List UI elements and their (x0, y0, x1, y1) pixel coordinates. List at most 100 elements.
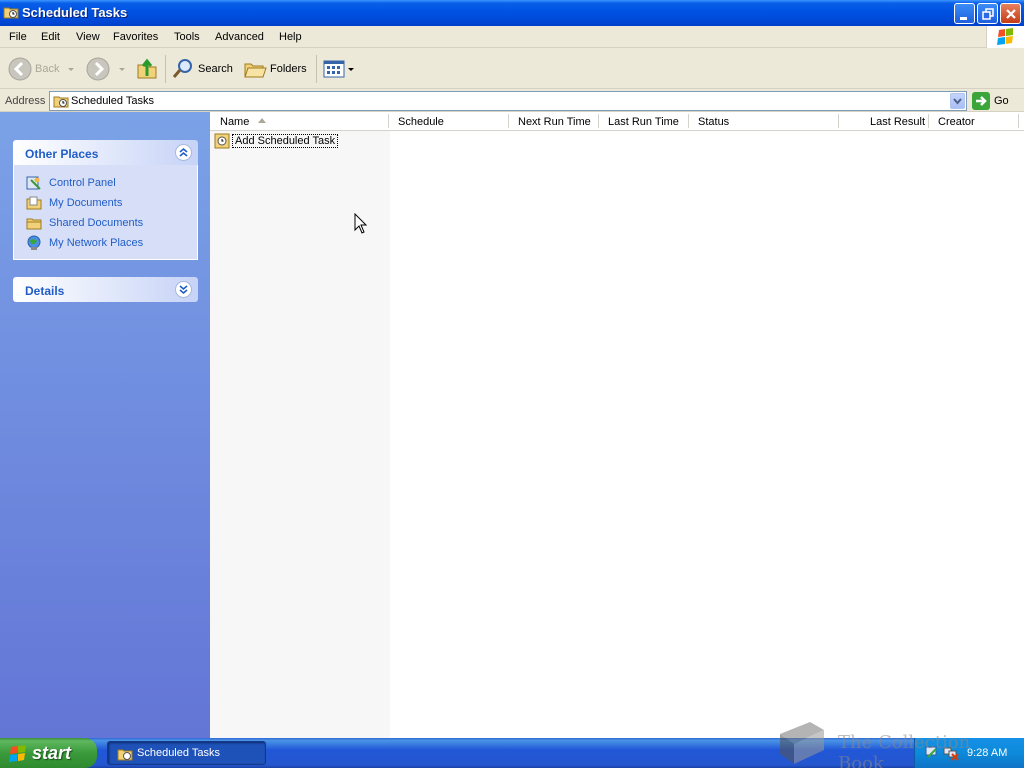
go-arrow-icon (972, 92, 990, 110)
minimize-button[interactable] (954, 3, 975, 24)
add-task-icon (214, 133, 230, 149)
start-label: start (32, 743, 72, 763)
column-status[interactable]: Status (698, 116, 729, 128)
restore-button[interactable] (977, 3, 998, 24)
toolbar-separator (165, 55, 166, 83)
folder-icon (26, 218, 42, 230)
column-header-row: Name Schedule Next Run Time Last Run Tim… (210, 112, 1024, 131)
column-divider[interactable] (838, 114, 839, 128)
column-divider[interactable] (598, 114, 599, 128)
column-name[interactable]: Name (220, 116, 249, 128)
menu-view[interactable]: View (76, 31, 100, 43)
folders-label: Folders (270, 63, 307, 75)
taskbar-window-button[interactable]: Scheduled Tasks (107, 741, 266, 765)
column-divider[interactable] (928, 114, 929, 128)
window-title: Scheduled Tasks (22, 5, 128, 20)
column-divider[interactable] (388, 114, 389, 128)
link-my-documents[interactable]: My Documents (26, 193, 197, 213)
go-button[interactable]: Go (972, 91, 1009, 111)
chevron-down-icon (953, 98, 962, 105)
column-divider[interactable] (1018, 114, 1019, 128)
column-creator[interactable]: Creator (938, 116, 975, 128)
toolbar-separator (316, 55, 317, 83)
up-folder-button[interactable] (135, 55, 159, 83)
other-places-title: Other Places (25, 147, 99, 161)
link-label: My Documents (49, 197, 123, 209)
scheduled-tasks-icon (3, 7, 19, 19)
back-label: Back (35, 63, 60, 75)
menu-help[interactable]: Help (279, 31, 302, 43)
column-next-run-time[interactable]: Next Run Time (518, 116, 591, 128)
search-label: Search (198, 63, 233, 75)
watermark-text: The Collection Book (838, 732, 971, 768)
address-label: Address (5, 95, 46, 107)
other-places-header[interactable]: Other Places (13, 140, 198, 165)
column-last-result[interactable]: Last Result (870, 116, 925, 128)
file-list-view[interactable]: Name Schedule Next Run Time Last Run Tim… (210, 112, 1024, 738)
scheduled-tasks-icon (53, 96, 69, 108)
views-dropdown-icon (348, 68, 354, 71)
menu-tools[interactable]: Tools (174, 31, 200, 43)
link-control-panel[interactable]: Control Panel (26, 173, 197, 193)
close-button[interactable] (1000, 3, 1021, 24)
list-item[interactable]: Add Scheduled Task (214, 133, 339, 149)
menu-favorites[interactable]: Favorites (113, 31, 158, 43)
control-panel-icon (26, 176, 41, 190)
windows-flag-icon (997, 28, 1013, 45)
menu-advanced[interactable]: Advanced (215, 31, 264, 43)
search-icon (172, 59, 192, 78)
list-item-label: Add Scheduled Task (232, 134, 339, 148)
restore-icon (982, 8, 994, 20)
standard-toolbar: Back Search Folders (0, 49, 1024, 89)
details-title: Details (25, 284, 65, 298)
column-divider[interactable] (688, 114, 689, 128)
watermark: The Collection Book (772, 720, 1012, 768)
column-divider[interactable] (508, 114, 509, 128)
menu-bar: File Edit View Favorites Tools Advanced … (0, 26, 1024, 48)
link-my-network-places[interactable]: My Network Places (26, 233, 197, 253)
column-last-run-time[interactable]: Last Run Time (608, 116, 679, 128)
windows-flag-icon (9, 745, 26, 762)
sort-ascending-icon (258, 118, 266, 123)
menu-edit[interactable]: Edit (41, 31, 60, 43)
scheduled-tasks-icon (117, 749, 133, 761)
back-button[interactable]: Back (8, 55, 77, 83)
back-arrow-icon (8, 57, 32, 81)
details-header[interactable]: Details (13, 277, 198, 302)
views-icon (323, 60, 345, 78)
title-bar[interactable]: Scheduled Tasks (0, 0, 1024, 26)
go-label: Go (994, 95, 1009, 107)
link-label: Shared Documents (49, 217, 144, 229)
windows-logo (986, 26, 1024, 48)
address-dropdown-button[interactable] (950, 93, 965, 109)
chevron-down-double-icon (179, 285, 188, 295)
forward-button[interactable] (86, 55, 128, 83)
forward-dropdown-icon[interactable] (116, 64, 128, 74)
other-places-panel: Other Places Control Panel My Documents … (13, 140, 198, 260)
network-places-icon (27, 235, 41, 250)
details-panel: Details (13, 277, 198, 302)
back-dropdown-icon[interactable] (65, 64, 77, 74)
mouse-cursor-icon (354, 213, 368, 234)
address-bar: Address Scheduled Tasks Go (0, 90, 1024, 112)
search-button[interactable]: Search (171, 55, 233, 83)
views-button[interactable] (322, 55, 356, 83)
my-documents-icon (26, 196, 42, 210)
close-icon (1006, 9, 1016, 19)
minimize-icon (960, 17, 967, 20)
chevron-up-double-icon (179, 147, 188, 157)
taskbar-window-label: Scheduled Tasks (137, 747, 220, 759)
forward-arrow-icon (86, 57, 110, 81)
column-schedule[interactable]: Schedule (398, 116, 444, 128)
collapse-button[interactable] (175, 144, 192, 161)
up-folder-icon (137, 58, 157, 79)
link-shared-documents[interactable]: Shared Documents (26, 213, 197, 233)
link-label: Control Panel (49, 177, 116, 189)
folders-button[interactable]: Folders (243, 55, 307, 83)
expand-button[interactable] (175, 281, 192, 298)
address-input[interactable]: Scheduled Tasks (49, 91, 967, 111)
start-button[interactable]: start (0, 738, 97, 768)
address-value: Scheduled Tasks (71, 95, 154, 107)
menu-file[interactable]: File (9, 31, 27, 43)
other-places-body: Control Panel My Documents Shared Docume… (13, 165, 198, 260)
